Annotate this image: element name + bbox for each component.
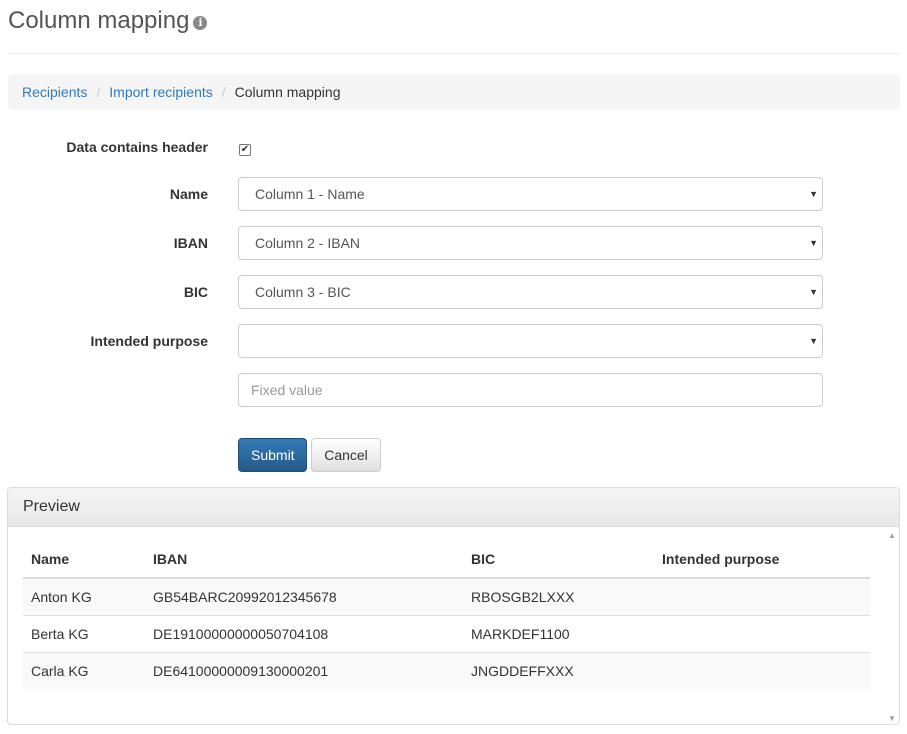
table-row: Anton KG GB54BARC20992012345678 RBOSGB2L…	[23, 578, 870, 615]
bic-row: BIC Column 3 - BIC ▼	[8, 275, 900, 309]
table-row: Berta KG DE19100000000050704108 MARKDEF1…	[23, 614, 870, 652]
chevron-down-icon: ▼	[809, 189, 818, 199]
breadcrumb-separator: /	[96, 84, 101, 100]
purpose-column-select[interactable]: ▼	[238, 324, 823, 358]
table-cell: GB54BARC20992012345678	[145, 578, 463, 615]
name-column-select[interactable]: Column 1 - Name ▼	[238, 177, 823, 211]
table-cell: Carla KG	[23, 651, 145, 689]
iban-row: IBAN Column 2 - IBAN ▼	[8, 226, 900, 260]
table-cell: Anton KG	[23, 578, 145, 615]
header-row: Data contains header ✔	[8, 139, 900, 159]
breadcrumb-separator: /	[221, 84, 226, 100]
preview-panel-body: Name IBAN BIC Intended purpose Anton KG …	[8, 527, 899, 724]
purpose-label: Intended purpose	[90, 333, 208, 349]
table-cell: RBOSGB2LXXX	[463, 578, 654, 615]
scroll-down-arrow-icon[interactable]: ▼	[885, 714, 899, 723]
preview-panel-title: Preview	[8, 488, 899, 527]
page-title-text: Column mapping	[8, 7, 190, 34]
name-label: Name	[169, 186, 208, 202]
preview-panel: Preview Name IBAN BIC Intended purpose A…	[7, 487, 900, 725]
preview-header-row: Name IBAN BIC Intended purpose	[23, 540, 870, 579]
scroll-up-arrow-icon[interactable]: ▲	[885, 531, 899, 540]
purpose-row: Intended purpose ▼	[8, 324, 900, 358]
table-row: Carla KG DE64100000009130000201 JNGDDEFF…	[23, 651, 870, 689]
table-cell: DE64100000009130000201	[145, 651, 463, 689]
header-checkbox-label: Data contains header	[66, 139, 208, 155]
bic-label: BIC	[183, 284, 208, 300]
table-cell: MARKDEF1100	[463, 614, 654, 652]
breadcrumb-recipients-link[interactable]: Recipients	[22, 84, 87, 100]
preview-scrollbar[interactable]: ▲ ▼	[885, 527, 899, 724]
preview-table: Name IBAN BIC Intended purpose Anton KG …	[23, 540, 870, 689]
column-header: Intended purpose	[654, 540, 870, 579]
page-title: Column mapping i	[8, 6, 208, 36]
fixed-value-input[interactable]: Fixed value	[238, 373, 823, 407]
table-cell: DE19100000000050704108	[145, 614, 463, 652]
bic-select-value: Column 3 - BIC	[255, 284, 351, 300]
column-header: IBAN	[145, 540, 463, 579]
breadcrumb-current: Column mapping	[234, 84, 341, 100]
chevron-down-icon: ▼	[809, 336, 818, 346]
name-select-value: Column 1 - Name	[255, 186, 365, 202]
header-checkbox[interactable]: ✔	[239, 144, 251, 156]
submit-button[interactable]: Submit	[238, 438, 307, 472]
fixed-value-placeholder: Fixed value	[251, 382, 323, 398]
table-cell	[654, 614, 870, 652]
table-cell: JNGDDEFFXXX	[463, 651, 654, 689]
table-cell	[654, 578, 870, 615]
iban-label: IBAN	[173, 235, 208, 251]
bic-column-select[interactable]: Column 3 - BIC ▼	[238, 275, 823, 309]
iban-select-value: Column 2 - IBAN	[255, 235, 361, 251]
column-header: Name	[23, 540, 145, 579]
name-row: Name Column 1 - Name ▼	[8, 177, 900, 211]
cancel-button[interactable]: Cancel	[311, 438, 381, 472]
table-cell	[654, 651, 870, 689]
table-cell: Berta KG	[23, 614, 145, 652]
breadcrumb-import-recipients-link[interactable]: Import recipients	[109, 84, 212, 100]
info-icon[interactable]: i	[193, 16, 208, 30]
column-header: BIC	[463, 540, 654, 579]
iban-column-select[interactable]: Column 2 - IBAN ▼	[238, 226, 823, 260]
fixed-value-row: Fixed value	[8, 373, 900, 407]
chevron-down-icon: ▼	[809, 287, 818, 297]
breadcrumb: Recipients / Import recipients / Column …	[8, 74, 900, 110]
page-header: Column mapping i	[8, 0, 900, 54]
chevron-down-icon: ▼	[809, 238, 818, 248]
